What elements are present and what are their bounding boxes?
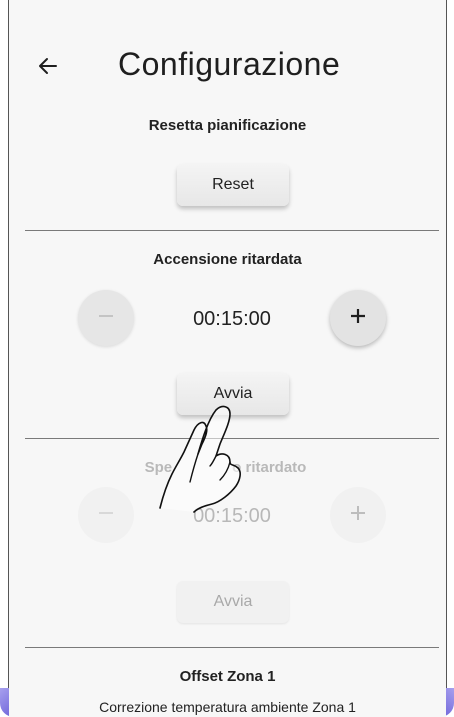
delayed-off-start-button[interactable]: Avvia [177, 581, 289, 623]
delayed-off-decrease-button[interactable] [78, 487, 134, 543]
delayed-on-time: 00:15:00 [193, 308, 271, 330]
delayed-on-decrease-button[interactable] [78, 290, 134, 346]
reset-button[interactable]: Reset [177, 164, 289, 206]
plus-icon [348, 306, 368, 331]
delayed-off-label: Spe o ritardato [144, 459, 307, 476]
minus-icon [96, 306, 116, 331]
offset-zone-title: Offset Zona 1 [179, 668, 276, 685]
offset-zone-subtitle: Correzione temperatura ambiente Zona 1 [99, 699, 356, 715]
delayed-on-start-button[interactable]: Avvia [177, 373, 289, 415]
reset-schedule-label: Resetta pianificazione [148, 117, 307, 134]
divider [25, 438, 439, 439]
plus-icon [348, 503, 368, 528]
delayed-off-time: 00:15:00 [193, 505, 271, 527]
divider [25, 230, 439, 231]
delayed-off-increase-button[interactable] [330, 487, 386, 543]
minus-icon [96, 503, 116, 528]
delayed-on-increase-button[interactable] [330, 290, 386, 346]
device-frame-right [446, 0, 447, 705]
arrow-left-icon [36, 54, 60, 83]
divider [25, 647, 439, 648]
page-title: Configurazione [118, 46, 341, 82]
delayed-on-label: Accensione ritardata [153, 251, 302, 268]
back-button[interactable] [30, 50, 66, 86]
